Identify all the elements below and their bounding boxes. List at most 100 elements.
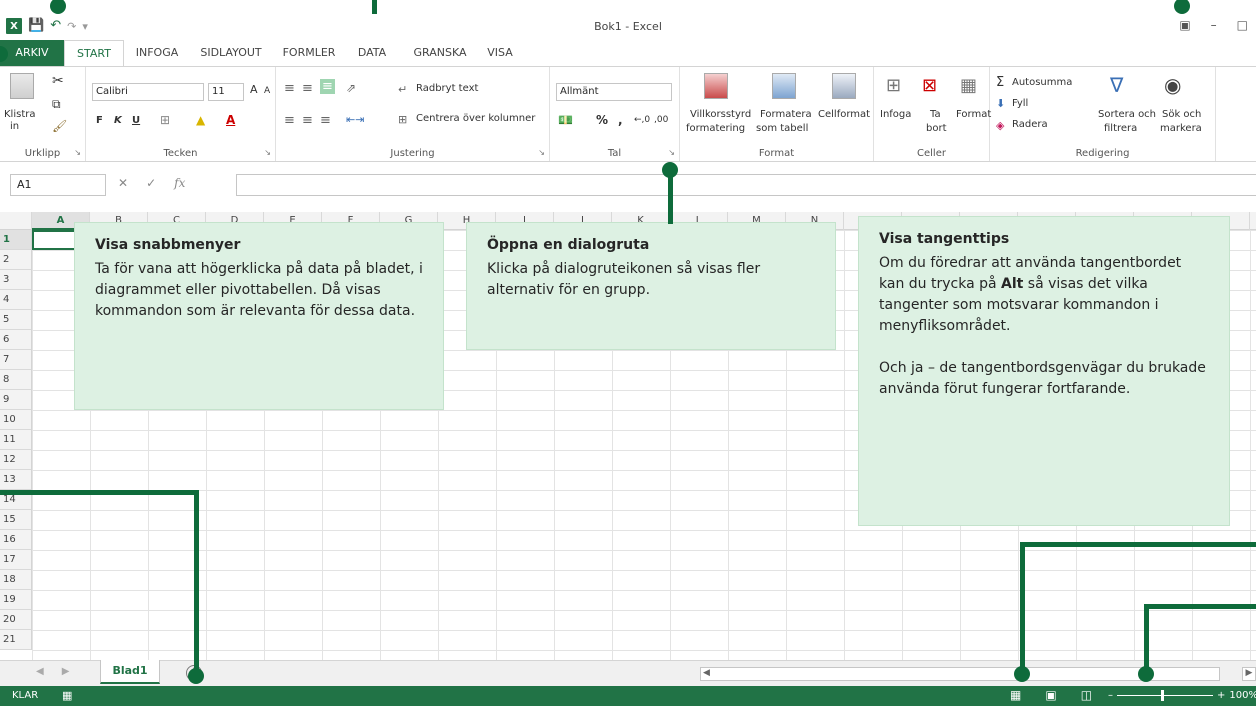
font-size-select[interactable]: 11 bbox=[208, 83, 244, 101]
next-sheet-icon[interactable]: ▶ bbox=[62, 666, 70, 677]
sheet-tab-blad1[interactable]: Blad1 bbox=[100, 660, 160, 684]
tab-arkiv[interactable]: ARKIV bbox=[0, 40, 64, 66]
shrink-font-button[interactable]: A bbox=[264, 86, 270, 96]
align-center-icon[interactable]: ≡ bbox=[302, 113, 313, 128]
align-middle-icon[interactable]: ≡ bbox=[302, 81, 313, 96]
row-header[interactable]: 15 bbox=[0, 510, 31, 530]
row-header[interactable]: 7 bbox=[0, 350, 31, 370]
sort-filter-label[interactable]: Sortera och bbox=[1098, 109, 1156, 120]
font-launcher-icon[interactable]: ↘ bbox=[264, 148, 271, 157]
sort-filter-label-2[interactable]: filtrera bbox=[1104, 123, 1137, 134]
align-top-icon[interactable]: ≡ bbox=[284, 81, 295, 96]
cell-styles-label[interactable]: Cellformat bbox=[818, 109, 870, 120]
minimize-icon[interactable]: – bbox=[1211, 18, 1217, 32]
format-cells-icon[interactable]: ▦ bbox=[960, 75, 977, 96]
row-header[interactable]: 18 bbox=[0, 570, 31, 590]
delete-cells-label[interactable]: Ta bbox=[930, 109, 941, 120]
borders-icon[interactable]: ⊞ bbox=[160, 113, 170, 127]
insert-function-button[interactable]: fx bbox=[174, 176, 185, 190]
cut-icon[interactable]: ✂ bbox=[52, 73, 64, 89]
tab-granska[interactable]: GRANSKA bbox=[404, 40, 476, 66]
clear-icon[interactable]: ◈ bbox=[996, 119, 1004, 132]
tab-start[interactable]: START bbox=[64, 40, 124, 67]
row-header[interactable]: 21 bbox=[0, 630, 31, 650]
grow-font-button[interactable]: A bbox=[250, 83, 258, 96]
page-layout-view-icon[interactable]: ▣ bbox=[1045, 688, 1056, 702]
insert-cells-label[interactable]: Infoga bbox=[880, 109, 911, 120]
clear-button[interactable]: Radera bbox=[1012, 119, 1048, 130]
row-header[interactable]: 1 bbox=[0, 230, 31, 250]
alignment-launcher-icon[interactable]: ↘ bbox=[538, 148, 545, 157]
formula-input[interactable] bbox=[236, 174, 1256, 196]
maximize-icon[interactable]: □ bbox=[1237, 18, 1248, 32]
fill-color-icon[interactable]: ▲ bbox=[196, 113, 205, 127]
format-as-table-icon[interactable] bbox=[772, 73, 796, 99]
format-cells-label[interactable]: Format bbox=[956, 109, 991, 120]
format-as-table-label[interactable]: Formatera bbox=[760, 109, 812, 120]
zoom-out-icon[interactable]: – bbox=[1108, 690, 1113, 701]
copy-icon[interactable]: ⧉ bbox=[52, 97, 61, 112]
clipboard-launcher-icon[interactable]: ↘ bbox=[74, 148, 81, 157]
italic-button[interactable]: K bbox=[114, 115, 122, 126]
paste-label[interactable]: Klistra bbox=[4, 109, 35, 120]
select-all-corner[interactable] bbox=[0, 212, 32, 230]
align-right-icon[interactable]: ≡ bbox=[320, 113, 331, 128]
decrease-decimal-button[interactable]: ,00 bbox=[654, 115, 668, 125]
page-break-view-icon[interactable]: ◫ bbox=[1081, 688, 1092, 702]
scroll-right-icon[interactable]: ▶ bbox=[1242, 667, 1256, 681]
merge-center-button[interactable]: Centrera över kolumner bbox=[416, 113, 535, 124]
cancel-icon[interactable]: ✕ bbox=[118, 176, 128, 190]
row-header[interactable]: 13 bbox=[0, 470, 31, 490]
row-header[interactable]: 2 bbox=[0, 250, 31, 270]
insert-cells-icon[interactable]: ⊞ bbox=[886, 75, 901, 96]
normal-view-icon[interactable]: ▦ bbox=[1010, 688, 1021, 702]
tab-formler[interactable]: FORMLER bbox=[276, 40, 342, 66]
prev-sheet-icon[interactable]: ◀ bbox=[36, 666, 44, 677]
comma-button[interactable]: , bbox=[618, 113, 623, 127]
paste-icon[interactable] bbox=[10, 73, 34, 99]
zoom-level[interactable]: 100% bbox=[1229, 690, 1256, 701]
row-header[interactable]: 12 bbox=[0, 450, 31, 470]
row-header[interactable]: 9 bbox=[0, 390, 31, 410]
row-header[interactable]: 17 bbox=[0, 550, 31, 570]
paste-label-2[interactable]: in bbox=[10, 121, 19, 132]
align-left-icon[interactable]: ≡ bbox=[284, 113, 295, 128]
ribbon-display-icon[interactable]: ▣ bbox=[1179, 18, 1190, 32]
name-box[interactable]: A1 bbox=[10, 174, 106, 196]
bold-button[interactable]: F bbox=[96, 115, 103, 126]
number-format-select[interactable]: Allmänt bbox=[556, 83, 672, 101]
fill-icon[interactable]: ⬇ bbox=[996, 97, 1005, 110]
row-header[interactable]: 6 bbox=[0, 330, 31, 350]
align-bottom-icon[interactable]: ≡ bbox=[320, 79, 335, 94]
tab-infoga[interactable]: INFOGA bbox=[128, 40, 186, 66]
indent-icons[interactable]: ⇤⇥ bbox=[346, 113, 364, 126]
format-as-table-label-2[interactable]: som tabell bbox=[756, 123, 808, 134]
orientation-icon[interactable]: ⇗ bbox=[346, 81, 356, 95]
zoom-thumb[interactable] bbox=[1161, 690, 1164, 701]
macro-record-icon[interactable]: ▦ bbox=[62, 689, 72, 702]
increase-decimal-icon[interactable]: ←,0 bbox=[634, 115, 650, 125]
delete-cells-icon[interactable]: ⊠ bbox=[922, 75, 937, 96]
sort-filter-icon[interactable]: ∇ bbox=[1110, 73, 1123, 97]
find-select-icon[interactable]: ◉ bbox=[1164, 73, 1181, 97]
row-header[interactable]: 10 bbox=[0, 410, 31, 430]
cell-styles-icon[interactable] bbox=[832, 73, 856, 99]
conditional-formatting-label[interactable]: Villkorsstyrd bbox=[690, 109, 751, 120]
enter-icon[interactable]: ✓ bbox=[146, 176, 156, 190]
autosum-button[interactable]: Autosumma bbox=[1012, 77, 1072, 88]
number-launcher-icon[interactable]: ↘ bbox=[668, 148, 675, 157]
find-select-label[interactable]: Sök och bbox=[1162, 109, 1201, 120]
format-painter-icon[interactable]: 🖌 bbox=[52, 119, 67, 133]
row-header[interactable]: 11 bbox=[0, 430, 31, 450]
zoom-slider[interactable] bbox=[1117, 690, 1213, 701]
row-header[interactable]: 8 bbox=[0, 370, 31, 390]
delete-cells-label-2[interactable]: bort bbox=[926, 123, 947, 134]
scroll-left-icon[interactable]: ◀ bbox=[703, 668, 710, 678]
conditional-formatting-icon[interactable] bbox=[704, 73, 728, 99]
font-color-icon[interactable]: A bbox=[226, 113, 235, 127]
conditional-formatting-label-2[interactable]: formatering bbox=[686, 123, 745, 134]
row-header[interactable]: 4 bbox=[0, 290, 31, 310]
zoom-in-icon[interactable]: + bbox=[1217, 690, 1225, 701]
wrap-text-button[interactable]: Radbryt text bbox=[416, 83, 478, 94]
underline-button[interactable]: U bbox=[132, 115, 140, 126]
